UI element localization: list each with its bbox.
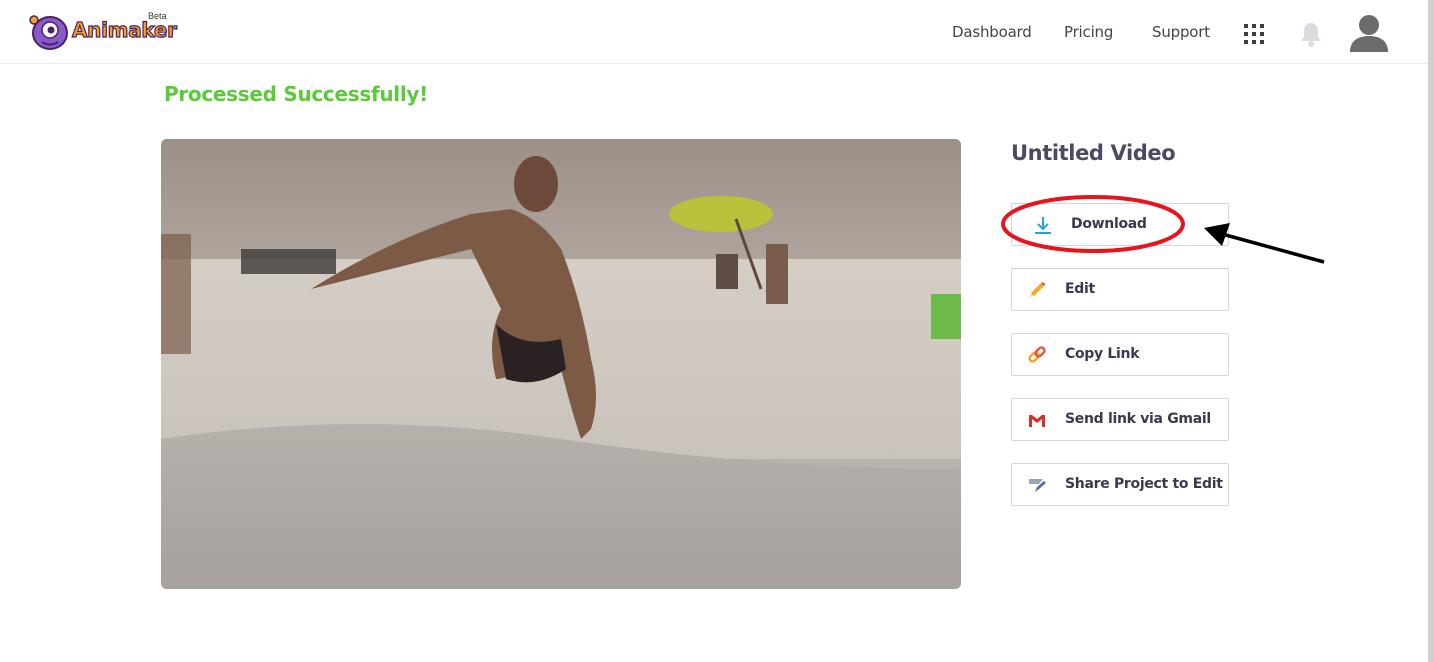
edit-label: Edit [1065,281,1095,297]
logo-wordmark: Animaker [71,17,177,42]
send-gmail-label: Send link via Gmail [1065,411,1211,427]
video-preview[interactable] [161,139,961,589]
nav-pricing[interactable]: Pricing [1064,23,1113,41]
copy-link-button[interactable]: Copy Link [1011,333,1229,376]
download-button[interactable]: Download [1011,203,1229,246]
copy-link-label: Copy Link [1065,346,1140,362]
edit-button[interactable]: Edit [1011,268,1229,311]
beta-badge: Beta [148,11,167,21]
page: Animaker Beta Dashboard Pricing Support … [0,0,1434,662]
video-frame-image [161,139,961,589]
link-icon [1028,346,1046,363]
scrollbar-thumb[interactable] [1428,0,1434,662]
pencil-icon [1030,282,1045,297]
nav-support[interactable]: Support [1152,23,1210,41]
download-icon [1035,217,1051,234]
logo-mascot-icon [29,15,68,50]
send-gmail-button[interactable]: Send link via Gmail [1011,398,1229,441]
user-avatar-icon[interactable] [1347,12,1391,54]
download-label: Download [1071,216,1147,232]
top-navbar: Animaker Beta Dashboard Pricing Support [0,0,1428,64]
share-project-icon [1029,479,1046,492]
status-message: Processed Successfully! [164,82,428,106]
video-title: Untitled Video [1011,141,1176,165]
share-project-button[interactable]: Share Project to Edit [1011,463,1229,506]
animaker-logo[interactable]: Animaker Beta [28,11,178,52]
gmail-icon [1029,415,1045,427]
page-scrollbar[interactable] [1428,0,1434,662]
nav-dashboard[interactable]: Dashboard [952,23,1032,41]
share-project-label: Share Project to Edit [1065,476,1223,492]
apps-grid-icon[interactable] [1244,24,1266,46]
bell-icon[interactable] [1298,20,1324,48]
